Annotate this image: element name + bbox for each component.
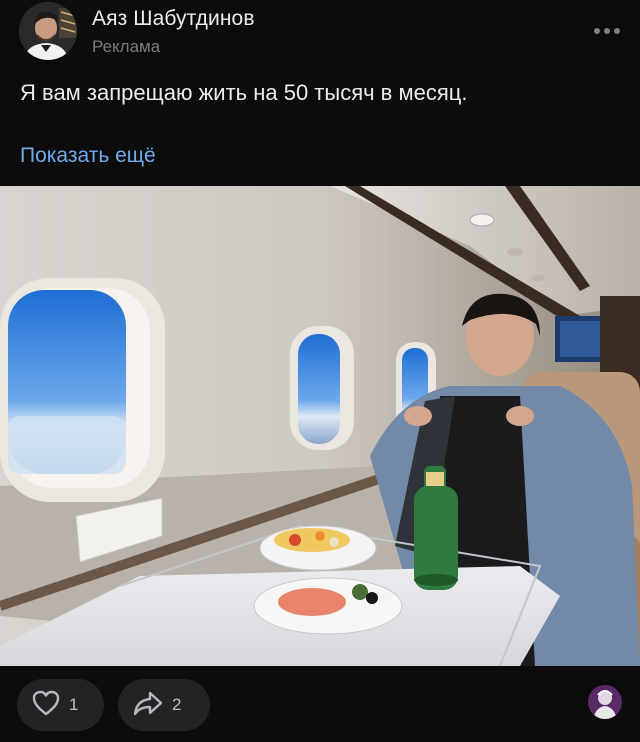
author-name[interactable]: Аяз Шабутдинов [92,7,255,31]
post-header: Аяз Шабутдинов Реклама [0,0,640,68]
author-avatar[interactable] [19,2,77,60]
share-arrow-icon [132,689,164,722]
like-count: 1 [69,695,79,714]
share-button[interactable]: 2 [118,679,210,731]
post-photo[interactable] [0,186,640,666]
ad-label: Реклама [92,37,161,56]
share-count: 2 [172,695,182,714]
show-more-link[interactable]: Показать ещё [20,144,156,168]
heart-icon [31,689,61,722]
post-card: Аяз Шабутдинов Реклама Я вам запрещаю жи… [0,0,640,742]
viewer-avatar[interactable] [588,685,622,719]
post-text: Я вам запрещаю жить на 50 тысяч в месяц. [20,80,468,105]
post-footer: 1 2 [0,666,640,742]
like-button[interactable]: 1 [17,679,104,731]
more-dots-icon[interactable] [592,24,622,38]
